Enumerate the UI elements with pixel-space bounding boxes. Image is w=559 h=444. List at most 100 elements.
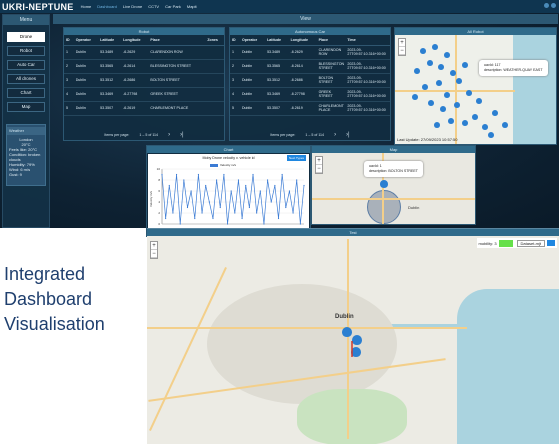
weather-body: London 20°C Feels like: 20°C Condition: … xyxy=(7,135,45,179)
column-header[interactable]: Latitude xyxy=(265,35,289,46)
next-page-icon[interactable]: › xyxy=(168,132,170,138)
table-cell: Dublin xyxy=(239,101,266,116)
table-cell: Dublin xyxy=(73,59,99,74)
table-row[interactable]: 2 Dublin 53.3565 -6.2614 BLESSINGTON STR… xyxy=(64,59,224,74)
velocity-point xyxy=(281,173,283,176)
table-row[interactable]: 1 Dublin 53.3489 -6.2629 CLARENDON ROW 2… xyxy=(230,45,390,60)
next-page-icon[interactable]: › xyxy=(334,132,336,138)
velocity-point xyxy=(216,179,218,181)
table-row[interactable]: 3 Dublin 53.3512 -6.2686 BOLTON STREET 2… xyxy=(230,73,390,88)
table-cell: Dublin xyxy=(73,87,99,102)
robot-pin-icon xyxy=(476,98,482,104)
nav-home[interactable]: Home xyxy=(81,4,92,9)
table-cell: 53.3507 xyxy=(98,101,122,116)
column-header[interactable]: Time xyxy=(345,35,390,46)
velocity-series-line xyxy=(161,174,305,225)
column-header[interactable]: Zones xyxy=(205,35,224,46)
nav-car-park[interactable]: Car Park xyxy=(165,4,181,9)
table-cell: BOLTON STREET xyxy=(316,73,346,88)
velocity-point xyxy=(186,206,189,209)
sidebar: Menu Drone Robot Auto Car All drones Cha… xyxy=(2,14,50,228)
test-map-panel[interactable]: Test Dublin + − mobility: 3 Dataset-mjt xyxy=(147,228,559,444)
velocity-point xyxy=(266,179,269,181)
top-bar: UKRI-NEPTUNE Home Dashboard Live Drone C… xyxy=(0,0,559,13)
robot-pin-icon xyxy=(456,78,462,84)
table-cell: 53.3489 xyxy=(265,45,289,60)
zoom-out-button[interactable]: − xyxy=(399,47,405,55)
sidebar-button-all-drones[interactable]: All drones xyxy=(7,74,45,84)
robot-panel: Robot ID Operator Latitude Longitude Pla… xyxy=(63,27,225,141)
test-pin-layer xyxy=(342,327,362,357)
table-row[interactable]: 3 Dublin 53.3512 -6.2686 BOLTON STREET xyxy=(64,73,224,88)
zoom-control: + − xyxy=(398,38,406,56)
user-icon[interactable] xyxy=(544,3,549,8)
nav-mapit[interactable]: Mapit xyxy=(187,4,197,9)
robot-pin-icon xyxy=(488,132,494,138)
last-page-icon[interactable]: ›| xyxy=(346,132,350,138)
table-cell: BOLTON STREET xyxy=(148,73,206,88)
velocity-point xyxy=(201,212,203,214)
table-cell: -6.2686 xyxy=(288,73,317,88)
velocity-point xyxy=(165,217,167,220)
robot-pin-icon xyxy=(454,102,460,108)
settings-icon[interactable] xyxy=(551,3,556,8)
autocar-panel: Autonomous Car ID Operator Latitude Long… xyxy=(229,27,391,141)
column-header[interactable]: Place xyxy=(316,35,346,46)
table-cell xyxy=(205,101,224,116)
table-cell: -6.27798 xyxy=(121,87,149,102)
velocity-point xyxy=(175,173,178,176)
table-row[interactable]: 2 Dublin 53.3565 -6.2614 BLESSINGTON STR… xyxy=(230,59,390,74)
table-cell: -6.27798 xyxy=(288,87,317,102)
column-header[interactable]: ID xyxy=(64,35,74,46)
velocity-point xyxy=(179,223,181,225)
table-row[interactable]: 5 Dublin 53.3507 -6.2619 CHARLEMONT PLAC… xyxy=(64,101,224,116)
menu-icon[interactable] xyxy=(547,240,555,246)
map-pin-icon xyxy=(380,180,388,188)
caption-line-3: Visualisation xyxy=(4,314,105,334)
nav-dashboard[interactable]: Dashboard xyxy=(97,4,117,9)
velocity-point xyxy=(212,217,214,220)
sidebar-button-drone[interactable]: Drone xyxy=(7,32,45,42)
test-legend: mobility: 3 Dataset-mjt xyxy=(476,238,557,248)
table-cell: 4 xyxy=(230,87,240,102)
table-row[interactable]: 4 Dublin 53.3469 -6.27798 GREEK STREET xyxy=(64,87,224,102)
velocity-point xyxy=(303,184,305,187)
last-page-icon[interactable]: ›| xyxy=(180,132,184,138)
table-cell: CHARLEMONT PLACE xyxy=(148,101,206,116)
mobility-swatch xyxy=(498,239,513,247)
sidebar-button-chart[interactable]: Chart xyxy=(7,88,45,98)
column-header[interactable]: ID xyxy=(230,35,240,46)
table-cell: 53.3512 xyxy=(265,73,289,88)
all-robot-map[interactable]: + − uavId: 117 description: WEATHER-QUAY… xyxy=(395,35,556,144)
zoom-in-button[interactable]: + xyxy=(399,39,405,47)
map-pin-icon xyxy=(342,327,352,337)
column-header[interactable]: Latitude xyxy=(98,35,122,46)
table-row[interactable]: 5 Dublin 53.3507 -6.2619 CHARLEMONT PLAC… xyxy=(230,101,390,116)
city-map[interactable]: Dublin + − uavId: 1 description: BOLTON … xyxy=(312,153,475,224)
velocity-point xyxy=(256,212,258,214)
column-header[interactable]: Operator xyxy=(73,35,99,46)
table-row[interactable]: 4 Dublin 53.3469 -6.27798 GREEK STREET 2… xyxy=(230,87,390,102)
sidebar-button-robot[interactable]: Robot xyxy=(7,46,45,56)
weather-gust: Gust: 9 xyxy=(9,172,22,177)
nav-live-drone[interactable]: Live Drone xyxy=(123,4,142,9)
sidebar-button-auto-car[interactable]: Auto Car xyxy=(7,60,45,70)
table-row[interactable]: 1 Dublin 53.3489 -6.2629 CLARENDON ROW xyxy=(64,45,224,60)
nav-cctv[interactable]: CCTV xyxy=(148,4,159,9)
sidebar-title: Menu xyxy=(3,15,49,25)
velocity-point xyxy=(245,184,247,187)
map-pin-icon xyxy=(352,335,362,345)
robot-pin-icon xyxy=(462,62,468,68)
column-header[interactable]: Longitude xyxy=(288,35,317,46)
dataset-select[interactable]: Dataset-mjt xyxy=(516,239,545,247)
column-header[interactable]: Place xyxy=(148,35,206,46)
velocity-point xyxy=(183,179,185,181)
velocity-point xyxy=(205,184,207,187)
column-header[interactable]: Operator xyxy=(239,35,266,46)
column-header[interactable]: Longitude xyxy=(121,35,149,46)
last-update: Last Update: 27/09/2023 10:57:50 xyxy=(397,137,458,142)
sidebar-button-map[interactable]: Map xyxy=(7,102,45,112)
velocity-point xyxy=(230,190,232,192)
table-cell xyxy=(205,59,224,74)
velocity-point xyxy=(292,212,294,214)
